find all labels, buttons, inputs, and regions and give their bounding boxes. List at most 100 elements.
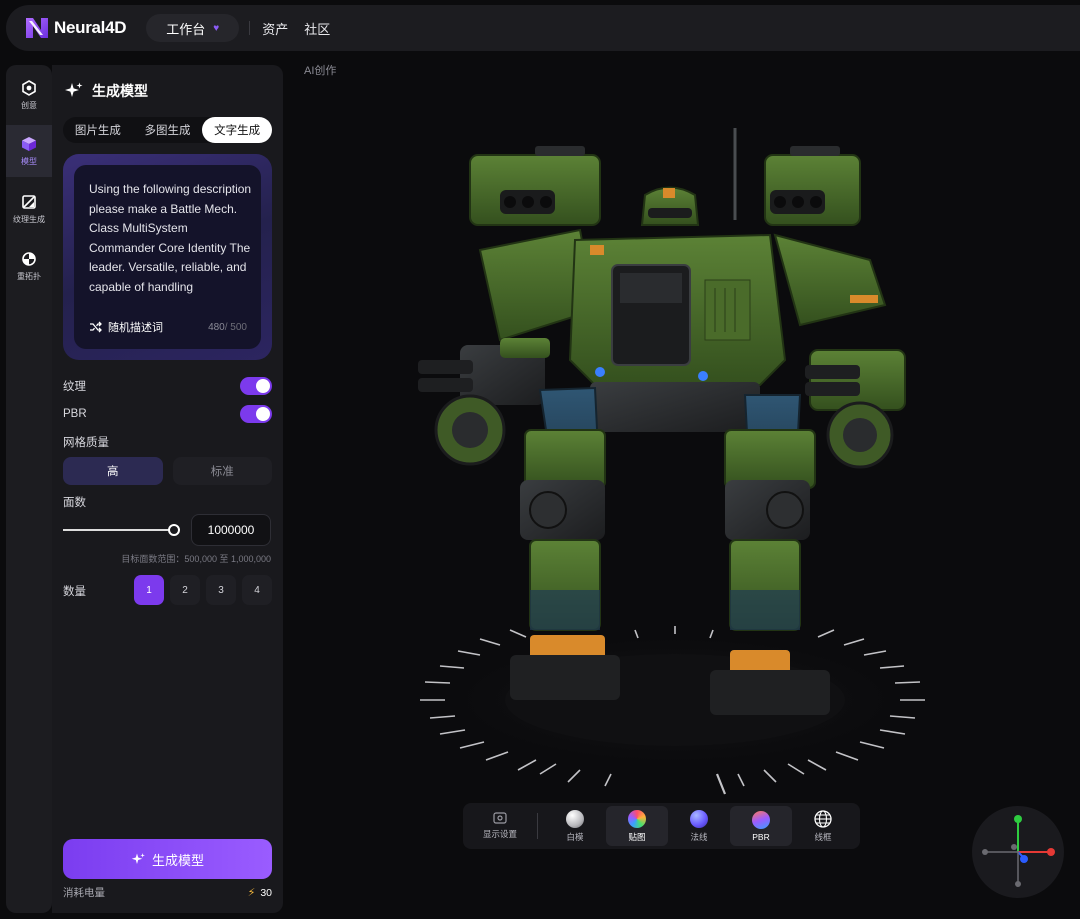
mode-white-model[interactable]: 白模 (544, 806, 606, 846)
faces-slider-track[interactable] (63, 529, 179, 531)
quantity-label: 数量 (63, 586, 86, 598)
mode-normal[interactable]: 法线 (668, 806, 730, 846)
pbr-ball-icon (752, 810, 770, 829)
mesh-quality-high[interactable]: 高 (63, 457, 163, 485)
model-viewport[interactable] (380, 110, 970, 800)
sparkle-icon (131, 852, 145, 864)
left-rail: 创意 模型 纹理生成 重拓扑 (6, 65, 52, 913)
prompt-inner: Using the following description please m… (74, 165, 261, 349)
white-ball-icon (566, 809, 584, 828)
texture-ball-icon (628, 809, 646, 828)
char-count: 480 (208, 321, 225, 333)
rail-item-retopology[interactable]: 重拓扑 (6, 240, 52, 292)
quantity-option-3[interactable]: 3 (206, 575, 236, 605)
cost-display: ⚡ 30 (247, 886, 272, 900)
wireframe-icon (814, 809, 832, 828)
generate-label: 生成模型 (151, 852, 204, 868)
texture-toggle[interactable] (240, 377, 272, 395)
pbr-label: PBR (63, 408, 87, 420)
nav-assets[interactable]: 资产 (262, 19, 288, 38)
workspace-button[interactable]: 工作台 ♥ (146, 14, 240, 42)
lightning-icon: ⚡ (247, 887, 256, 899)
generation-panel: 生成模型 图片生成 多图生成 文字生成 Using the following … (52, 65, 283, 913)
axis-gizmo-icon (982, 815, 1055, 887)
char-counter: 480/ 500 (208, 322, 247, 333)
mode-white-label: 白模 (566, 831, 584, 842)
left-missile-pod (469, 146, 601, 226)
top-bar: Neural4D 工作台 ♥ 资产 社区 (6, 5, 1080, 51)
workspace-label: 工作台 (166, 21, 206, 37)
tab-image-gen[interactable]: 图片生成 (63, 117, 133, 143)
normal-ball-icon (690, 809, 708, 828)
viewport-title: AI创作 (304, 65, 337, 77)
mode-wireframe[interactable]: 线框 (792, 806, 854, 846)
quantity-selector: 1 2 3 4 (134, 575, 272, 605)
sparkle-icon (65, 82, 83, 97)
generate-model-button[interactable]: 生成模型 (63, 839, 272, 879)
mode-pbr-label: PBR (752, 831, 770, 842)
tab-multi-image-gen[interactable]: 多图生成 (133, 117, 203, 143)
brand-name: Neural4D (54, 18, 127, 37)
pbr-row: PBR (63, 405, 272, 423)
retopology-icon (22, 251, 36, 266)
faces-input[interactable]: 1000000 (191, 514, 271, 546)
mech-torso (568, 233, 787, 386)
prompt-textarea[interactable]: Using the following description please m… (89, 180, 257, 307)
axis-gizmo[interactable] (972, 806, 1064, 898)
shuffle-icon[interactable] (89, 321, 102, 333)
mode-pbr[interactable]: PBR (730, 806, 792, 846)
mode-texture-label: 贴图 (628, 831, 646, 842)
prompt-box: Using the following description please m… (63, 154, 272, 360)
faces-range-hint: 目标面数范围：500,000 至 1,000,000 (121, 554, 271, 564)
generation-mode-tabs: 图片生成 多图生成 文字生成 (63, 117, 273, 143)
quantity-option-2[interactable]: 2 (170, 575, 200, 605)
rail-item-creative[interactable]: 创意 (6, 69, 52, 121)
rail-label-retopology: 重拓扑 (17, 271, 41, 281)
rail-label-texture: 纹理生成 (13, 214, 45, 224)
display-mode-bar: 显示设置 白模 贴图 法线 PBR 线框 (463, 803, 860, 849)
quantity-option-1[interactable]: 1 (134, 575, 164, 605)
mesh-quality-standard[interactable]: 标准 (172, 457, 272, 485)
rail-label-creative: 创意 (21, 100, 37, 110)
cost-row: 消耗电量 ⚡ 30 (63, 885, 272, 900)
creative-icon (22, 79, 36, 96)
mesh-quality-row: 网格质量 (63, 434, 272, 450)
display-settings-icon (493, 812, 507, 824)
texture-row: 纹理 (63, 377, 272, 395)
brand-logo[interactable]: Neural4D (24, 16, 127, 40)
random-prompt-button[interactable]: 随机描述词 (108, 319, 163, 335)
panel-title: 生成模型 (64, 81, 148, 101)
logo-icon (26, 18, 48, 38)
mech-head (640, 186, 700, 226)
display-settings-button[interactable]: 显示设置 (469, 806, 531, 846)
mode-normal-label: 法线 (690, 831, 708, 842)
mesh-quality-label: 网格质量 (63, 437, 109, 449)
mech-model (418, 128, 906, 715)
cost-label: 消耗电量 (63, 887, 105, 899)
turntable-platform (420, 626, 925, 795)
quantity-option-4[interactable]: 4 (242, 575, 272, 605)
cube-icon (22, 136, 36, 151)
rail-item-texture[interactable]: 纹理生成 (6, 183, 52, 235)
pbr-toggle[interactable] (240, 405, 272, 423)
left-leg (510, 386, 620, 700)
faces-label: 面数 (63, 497, 86, 509)
texture-icon (22, 194, 36, 209)
nav-community[interactable]: 社区 (304, 19, 330, 38)
mesh-quality-selector: 高 标准 (63, 457, 272, 485)
faces-slider-handle[interactable] (168, 524, 180, 536)
char-max: / 500 (224, 321, 247, 333)
cost-value: 30 (260, 886, 272, 899)
right-missile-pod (764, 146, 861, 226)
rail-label-model: 模型 (21, 156, 37, 166)
display-settings-label: 显示设置 (482, 829, 517, 839)
nav-divider (249, 21, 251, 35)
prompt-footer: 随机描述词 480/ 500 (89, 319, 247, 335)
texture-label: 纹理 (63, 381, 86, 393)
mode-wireframe-label: 线框 (814, 831, 832, 842)
rail-item-model[interactable]: 模型 (6, 125, 52, 177)
tab-text-gen[interactable]: 文字生成 (202, 117, 273, 143)
mode-texture[interactable]: 贴图 (606, 806, 668, 846)
panel-title-text: 生成模型 (92, 83, 148, 99)
faces-row: 面数 (63, 494, 272, 510)
